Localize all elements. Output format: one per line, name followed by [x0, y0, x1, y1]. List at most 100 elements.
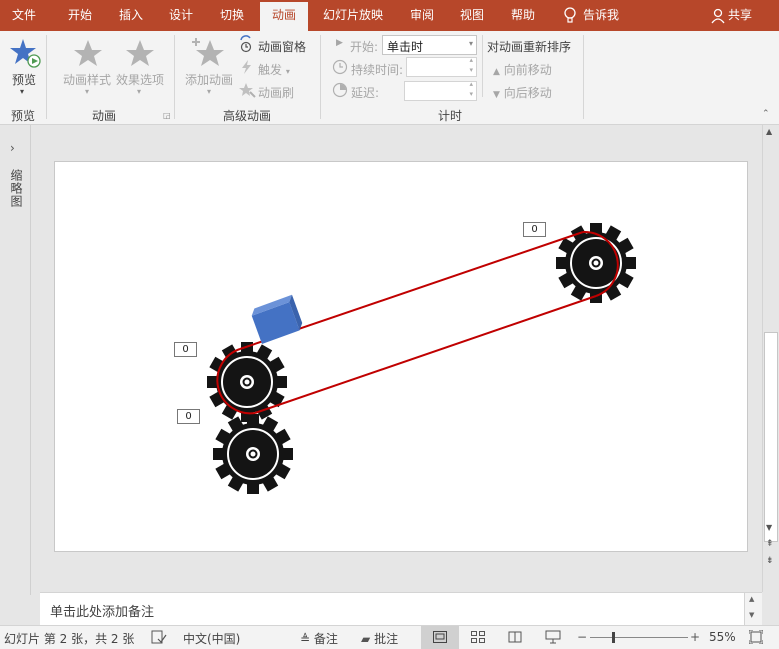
scroll-up-icon[interactable]: ▲	[766, 127, 772, 136]
effect-options-star-icon	[126, 40, 154, 66]
group-label-advanced-animation: 高级动画	[223, 109, 272, 123]
group-label-preview: 预览	[11, 109, 36, 123]
zoom-slider[interactable]	[590, 637, 688, 638]
chevron-down-icon: ▾	[468, 39, 473, 48]
previous-slide-icon[interactable]: ⇞	[766, 539, 774, 549]
triangle-up-icon: ▲	[493, 67, 500, 77]
share-button[interactable]: 共享	[728, 0, 762, 31]
notes-icon: ≜	[300, 632, 311, 646]
ribbon: 预览 ▾ 预览 动画样式 效果选项 ▾ ▾ 动画 ◲ 添加动画 ▾ 动画窗格 触…	[0, 31, 779, 125]
animation-pane-icon	[240, 35, 252, 53]
notes-toggle[interactable]: ≜ 备注	[300, 630, 338, 647]
effect-options-button[interactable]: 效果选项	[116, 71, 164, 88]
spinner-down-icon[interactable]: ▾	[469, 66, 473, 74]
group-label-timing: 计时	[438, 109, 463, 123]
separator	[46, 35, 47, 119]
move-earlier-button[interactable]: ▲ 向前移动	[493, 61, 552, 78]
add-animation-star-icon	[192, 38, 224, 66]
thumbnail-pane-label[interactable]: 缩略图	[8, 169, 25, 208]
gear-right[interactable]	[555, 222, 637, 304]
collapse-ribbon-icon[interactable]: ⌃	[762, 109, 770, 119]
tab-slideshow[interactable]: 幻灯片放映	[316, 0, 390, 31]
scroll-thumb[interactable]	[764, 332, 778, 542]
duration-spinner[interactable]: ▴ ▾	[406, 56, 477, 77]
slide-count: 幻灯片 第 2 张，共 2 张	[4, 632, 135, 646]
trigger-label: 触发	[258, 63, 283, 77]
animation-order-badge[interactable]: 0	[174, 342, 197, 357]
spinner-up-icon[interactable]: ▴	[469, 56, 473, 64]
zoom-in-button[interactable]: +	[690, 630, 700, 644]
preview-star-icon[interactable]	[10, 37, 42, 69]
tab-help[interactable]: 帮助	[499, 0, 547, 31]
scroll-down-icon[interactable]: ▼	[766, 523, 772, 532]
normal-view-icon	[433, 631, 447, 643]
zoom-out-button[interactable]: −	[577, 630, 587, 644]
start-label: 开始:	[350, 40, 379, 54]
tell-me-box[interactable]: 告诉我	[583, 0, 637, 31]
slideshow-icon[interactable]	[545, 630, 561, 644]
notes-pane[interactable]: 单击此处添加备注 ▲ ▼	[40, 592, 762, 626]
tab-view[interactable]: 视图	[448, 0, 496, 31]
tab-transitions[interactable]: 切换	[208, 0, 256, 31]
zoom-slider-thumb[interactable]	[612, 632, 615, 643]
vertical-scrollbar[interactable]: ▲ ▼ ⇞ ⇟	[762, 125, 779, 592]
tab-home[interactable]: 开始	[56, 0, 104, 31]
slide-graphic	[206, 222, 637, 495]
gear-left[interactable]	[206, 341, 288, 423]
comments-toggle[interactable]: ▰ 批注	[361, 630, 398, 647]
animation-order-badge[interactable]: 0	[177, 409, 200, 424]
tab-review[interactable]: 审阅	[398, 0, 446, 31]
group-label-animation: 动画	[92, 109, 117, 123]
preview-button[interactable]: 预览	[12, 71, 36, 88]
blue-box[interactable]	[250, 294, 305, 344]
tab-animations[interactable]: 动画	[260, 2, 308, 31]
preview-dropdown-icon[interactable]: ▾	[20, 87, 24, 96]
scroll-down-icon[interactable]: ▼	[749, 611, 754, 619]
comments-toggle-label: 批注	[374, 632, 399, 646]
delay-label: 延迟:	[351, 86, 380, 100]
start-select-value: 单击时	[387, 40, 424, 54]
triangle-down-icon: ▼	[493, 90, 500, 100]
trigger-button[interactable]: 触发 ▾	[258, 61, 290, 78]
fit-to-window-icon[interactable]	[749, 630, 763, 644]
animation-painter-icon	[239, 83, 256, 98]
animation-styles-button[interactable]: 动画样式	[63, 71, 111, 88]
reorder-title: 对动画重新排序	[487, 40, 572, 54]
separator	[320, 35, 321, 119]
language-indicator[interactable]: 中文(中国)	[183, 630, 240, 647]
tab-file[interactable]: 文件	[0, 0, 48, 31]
start-select[interactable]: 单击时 ▾	[382, 35, 477, 55]
add-animation-dropdown-icon[interactable]: ▾	[207, 87, 211, 96]
animation-painter-button[interactable]: 动画刷	[258, 84, 294, 101]
delay-spinner[interactable]: ▴ ▾	[404, 80, 477, 101]
notes-scrollbar[interactable]: ▲ ▼	[744, 593, 762, 626]
animation-styles-dropdown-icon[interactable]: ▾	[85, 87, 89, 96]
add-animation-button[interactable]: 添加动画	[185, 71, 233, 88]
slide-sorter-icon[interactable]	[471, 631, 485, 643]
zoom-level[interactable]: 55%	[709, 630, 736, 644]
effect-options-dropdown-icon[interactable]: ▾	[137, 87, 141, 96]
next-slide-icon[interactable]: ⇟	[766, 556, 774, 566]
lightning-icon	[242, 60, 251, 74]
scroll-up-icon[interactable]: ▲	[749, 595, 754, 603]
tab-insert[interactable]: 插入	[107, 0, 155, 31]
gear-bottom[interactable]	[212, 413, 294, 495]
reading-view-icon[interactable]	[508, 631, 522, 643]
animation-dialog-launcher-icon[interactable]: ◲	[163, 111, 171, 120]
spinner-down-icon[interactable]: ▾	[469, 90, 473, 98]
tab-design[interactable]: 设计	[157, 0, 205, 31]
expand-pane-icon[interactable]: ›	[10, 141, 15, 155]
normal-view-button[interactable]	[421, 626, 459, 649]
move-later-button[interactable]: ▼ 向后移动	[493, 84, 552, 101]
person-icon	[711, 8, 725, 24]
animation-pane-button[interactable]: 动画窗格	[258, 38, 306, 55]
spinner-up-icon[interactable]: ▴	[469, 80, 473, 88]
slide[interactable]: 0 0 0	[54, 161, 748, 552]
animation-order-badge[interactable]: 0	[523, 222, 546, 237]
spell-check-icon[interactable]	[151, 630, 167, 644]
clock-icon	[332, 59, 348, 75]
notes-placeholder: 单击此处添加备注	[50, 605, 155, 620]
animation-style-star-icon	[74, 40, 102, 66]
separator	[174, 35, 175, 119]
ribbon-tab-bar: 文件 开始 插入 设计 切换 动画 幻灯片放映 审阅 视图 帮助 告诉我 共享	[0, 0, 779, 31]
